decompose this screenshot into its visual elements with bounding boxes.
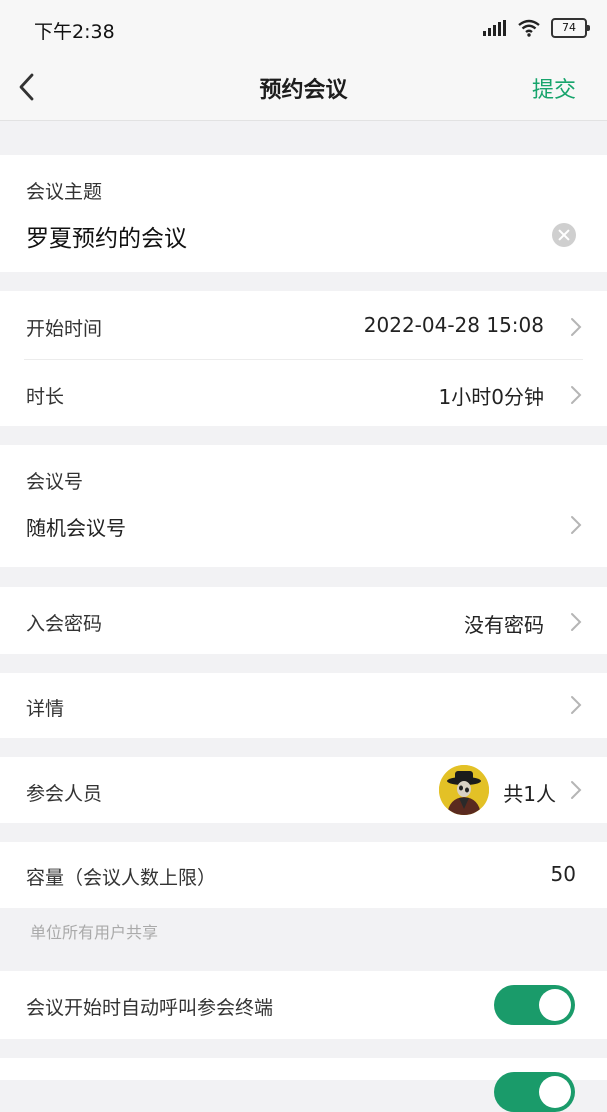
signal-icon xyxy=(483,20,506,36)
submit-button[interactable]: 提交 xyxy=(532,72,576,104)
meeting-id-label: 会议号 xyxy=(26,471,84,493)
battery-icon: 74 xyxy=(551,18,590,38)
meeting-id-card[interactable]: 会议号 随机会议号 xyxy=(0,445,607,567)
capacity-row: 容量（会议人数上限） 50 xyxy=(0,842,607,908)
clear-icon[interactable] xyxy=(552,223,576,247)
next-setting-toggle[interactable] xyxy=(494,1072,575,1112)
auto-call-toggle[interactable] xyxy=(494,985,575,1025)
capacity-value: 50 xyxy=(550,862,576,886)
password-row[interactable]: 入会密码 没有密码 xyxy=(0,587,607,654)
auto-call-label: 会议开始时自动呼叫参会终端 xyxy=(26,997,274,1019)
capacity-hint: 单位所有用户共享 xyxy=(30,923,159,942)
status-bar: 下午2:38 74 xyxy=(0,0,607,56)
duration-row[interactable]: 时长 1小时0分钟 xyxy=(0,360,607,426)
duration-label: 时长 xyxy=(26,386,65,408)
wifi-icon xyxy=(518,19,540,37)
details-row[interactable]: 详情 xyxy=(0,673,607,738)
participants-count: 共1人 xyxy=(503,782,556,806)
chevron-right-icon xyxy=(571,318,582,336)
next-setting-row xyxy=(0,1058,607,1112)
participants-label: 参会人员 xyxy=(26,783,103,805)
page-title: 预约会议 xyxy=(259,78,348,103)
auto-call-row: 会议开始时自动呼叫参会终端 xyxy=(0,971,607,1039)
password-label: 入会密码 xyxy=(26,613,103,635)
chevron-right-icon xyxy=(571,613,582,631)
status-icons: 74 xyxy=(483,18,590,38)
topic-input[interactable]: 罗夏预约的会议 xyxy=(26,219,187,253)
topic-card: 会议主题 罗夏预约的会议 xyxy=(0,155,607,272)
avatar xyxy=(439,765,489,815)
participants-row[interactable]: 参会人员 共1人 xyxy=(0,757,607,823)
start-time-label: 开始时间 xyxy=(26,318,103,340)
duration-value: 1小时0分钟 xyxy=(438,385,544,409)
toggle-knob xyxy=(539,989,571,1021)
chevron-right-icon xyxy=(571,386,582,404)
chevron-right-icon xyxy=(571,781,582,799)
toggle-knob xyxy=(539,1076,571,1108)
status-time: 下午2:38 xyxy=(34,21,115,43)
chevron-right-icon xyxy=(571,516,582,534)
capacity-label: 容量（会议人数上限） xyxy=(26,867,217,889)
chevron-right-icon xyxy=(571,696,582,714)
nav-bar: 预约会议 提交 xyxy=(0,56,607,121)
start-time-row[interactable]: 开始时间 2022-04-28 15:08 xyxy=(0,291,607,359)
password-value: 没有密码 xyxy=(464,613,544,637)
start-time-value: 2022-04-28 15:08 xyxy=(363,313,544,337)
time-card: 开始时间 2022-04-28 15:08 时长 1小时0分钟 xyxy=(0,291,607,426)
details-label: 详情 xyxy=(26,698,65,720)
topic-label: 会议主题 xyxy=(26,181,103,203)
meeting-id-value: 随机会议号 xyxy=(26,516,126,540)
